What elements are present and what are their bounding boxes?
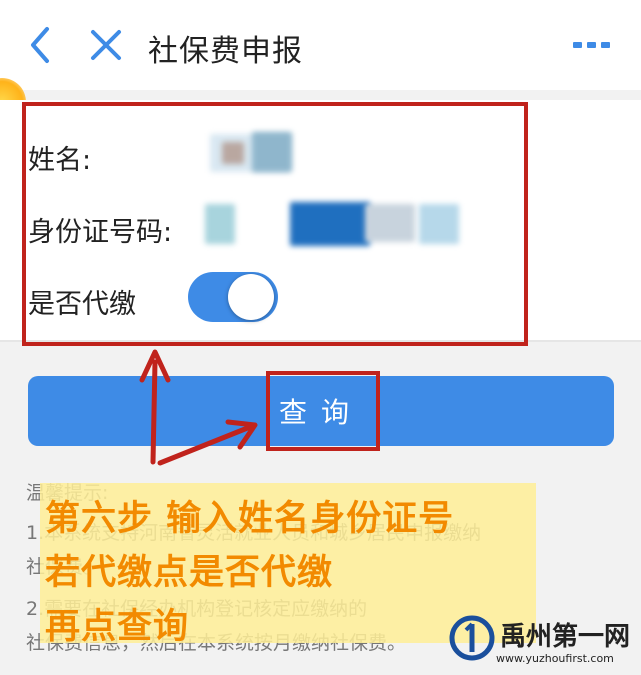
- back-button[interactable]: [20, 22, 60, 68]
- watermark-url: www.yuzhoufirst.com: [496, 652, 614, 665]
- annotation-line-3: 再点查询: [45, 607, 190, 647]
- query-highlight-box: [266, 371, 380, 451]
- form-highlight-box: [22, 102, 528, 346]
- watermark-logo: 禹州第一网 www.yuzhoufirst.com: [448, 610, 638, 672]
- page-title: 社保费申报: [148, 34, 303, 69]
- more-button[interactable]: [571, 36, 613, 52]
- annotation-line-1: 第六步 输入姓名身份证号: [45, 499, 455, 539]
- more-icon: [573, 42, 610, 48]
- close-icon: [91, 30, 121, 60]
- app-header: 社保费申报: [0, 0, 641, 90]
- site-logo-icon: [449, 615, 495, 661]
- close-button[interactable]: [86, 22, 126, 68]
- watermark-name: 禹州第一网: [500, 622, 631, 652]
- chevron-left-icon: [31, 27, 49, 63]
- annotation-line-2: 若代缴点是否代缴: [45, 553, 334, 593]
